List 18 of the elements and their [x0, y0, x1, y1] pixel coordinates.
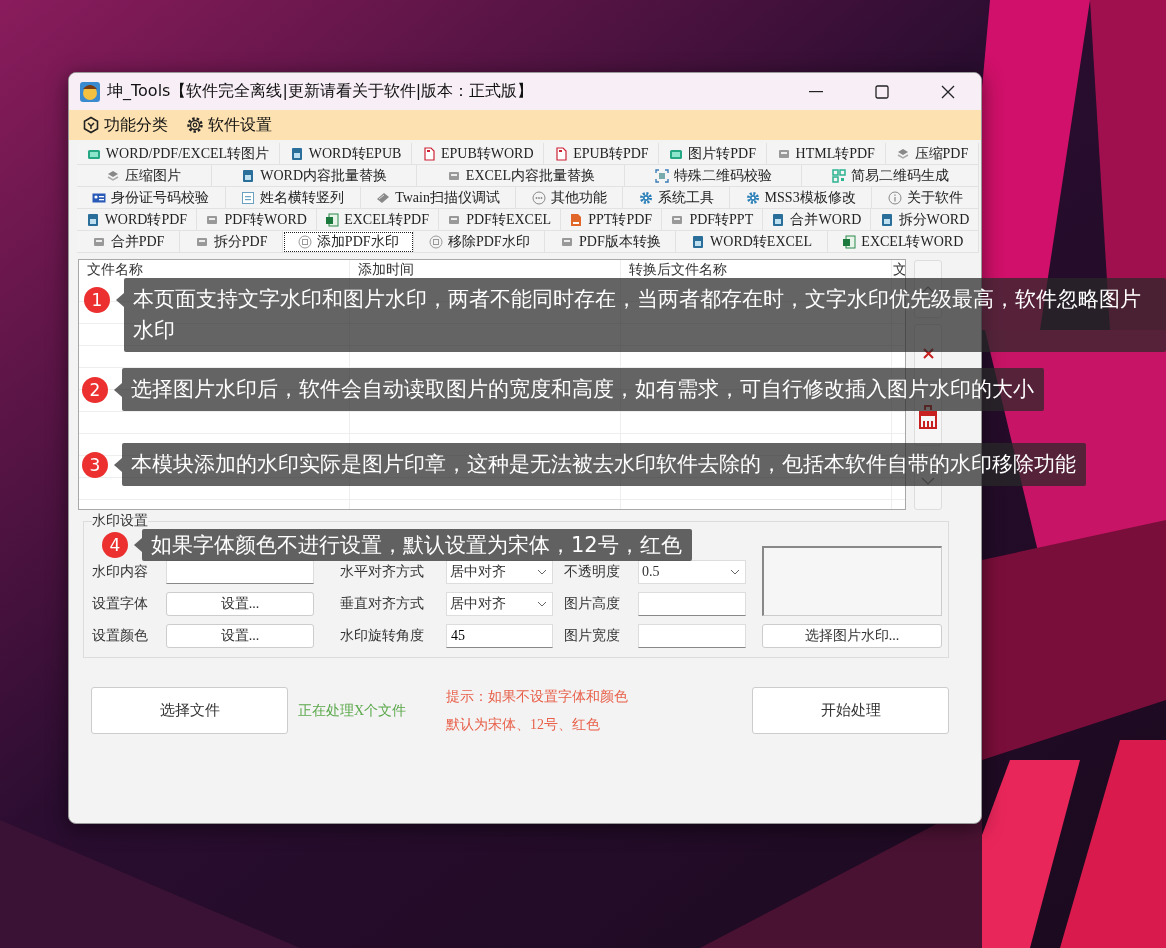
field-label: 设置字体	[92, 595, 149, 613]
field-label: 水印内容	[92, 563, 149, 581]
field-label: 水印旋转角度	[340, 627, 425, 645]
field-label: 不透明度	[564, 563, 621, 581]
status-text: 正在处理X个文件	[298, 701, 408, 720]
field-label: 图片宽度	[564, 627, 621, 645]
tooltip: 选择图片水印后，软件会自动读取图片的宽度和高度，如有需求，可自行修改插入图片水印的大小	[114, 368, 1044, 411]
hint-text: 提示：如果不设置字体和颜色	[446, 687, 629, 706]
group-title: 水印设置	[92, 512, 148, 530]
tooltip: 本页面支持文字水印和图片水印，两者不能同时存在，当两者都存在时，文字水印优先级最高，软件忽略图片水印	[116, 278, 1166, 352]
field-label: 水平对齐方式	[340, 563, 425, 581]
field-label: 垂直对齐方式	[340, 595, 425, 613]
tooltip: 如果字体颜色不进行设置，默认设置为宋体，12号，红色	[134, 529, 692, 561]
tooltip: 本模块添加的水印实际是图片印章，这种是无法被去水印软件去除的，包括本软件自带的水印移除功能	[114, 443, 1086, 486]
window-title: 坤_Tools【软件完全离线|更新请看关于软件|版本：正式版】	[107, 81, 535, 102]
hint-text: 默认为宋体、12号、红色	[446, 715, 601, 734]
field-label: 设置颜色	[92, 627, 149, 645]
field-label: 图片高度	[564, 595, 621, 613]
